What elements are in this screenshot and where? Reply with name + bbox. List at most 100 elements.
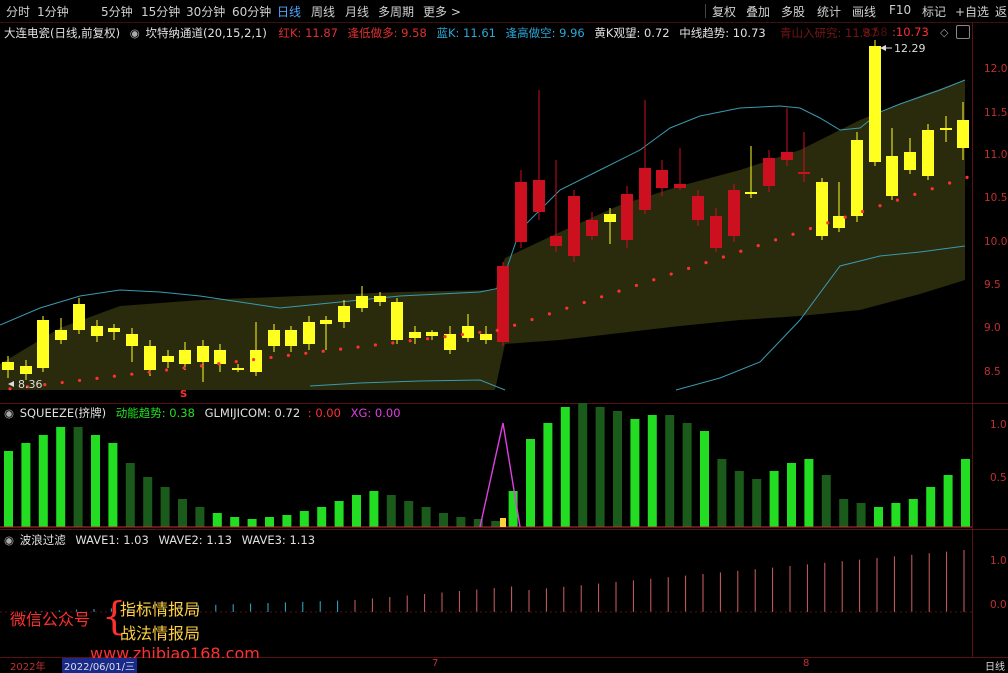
trend-dot — [634, 283, 639, 288]
wave-title[interactable]: 波浪过滤 — [20, 533, 66, 547]
trend-dot — [43, 383, 47, 387]
xg-marker — [500, 518, 506, 527]
squeeze-bar — [526, 439, 535, 527]
candle-body — [869, 46, 881, 162]
indicator-toggle-icon[interactable]: ◉ — [130, 26, 140, 40]
candle-body — [214, 350, 226, 364]
squeeze-bar — [369, 491, 379, 527]
candle-body — [391, 302, 403, 340]
trend-dot — [582, 300, 586, 305]
trend-dot — [600, 295, 604, 299]
trend-dot — [269, 355, 273, 360]
squeeze-bar — [961, 459, 970, 527]
candle-body — [692, 196, 704, 220]
squeeze-bar — [891, 503, 901, 527]
candle-body — [320, 320, 332, 324]
squeeze-bar — [56, 427, 66, 527]
low-price-label: 8.36 — [18, 378, 43, 391]
trend-dot — [252, 357, 256, 362]
squeeze-toggle-icon[interactable]: ◉ — [4, 406, 14, 420]
axis-12.0: 12.0 — [984, 63, 1008, 75]
squeeze-bar — [386, 495, 396, 527]
axis-8.5: 8.5 — [984, 366, 1001, 378]
squeeze-bar — [404, 501, 414, 527]
squeeze-bar — [299, 511, 309, 527]
candle-body — [144, 346, 156, 370]
candle-body — [108, 328, 120, 332]
axis-9.5: 9.5 — [984, 279, 1001, 291]
candle-body — [904, 152, 916, 170]
candle-body — [568, 196, 580, 256]
candle-body — [480, 334, 492, 340]
trend-dot — [948, 181, 952, 185]
squeeze-bar — [125, 463, 135, 527]
squeeze-bar — [73, 427, 83, 527]
squeeze-bar — [352, 495, 361, 527]
axis-month-7: 7 — [432, 658, 439, 669]
squeeze-bar — [230, 517, 240, 527]
candle-body — [338, 306, 350, 322]
trend-dot — [182, 366, 186, 370]
date-axis: 2022年 2022/06/01/三 7 8 日线 — [0, 658, 1008, 673]
trend-dot — [199, 364, 203, 368]
squeeze-zero: : 0.00 — [307, 406, 341, 420]
axis-month-8: 8 — [803, 658, 810, 669]
trend-dot — [321, 349, 325, 353]
trend-dot — [774, 238, 778, 242]
squeeze-bar — [874, 507, 883, 527]
axis-year: 2022年 — [10, 662, 46, 673]
trend-dot — [513, 323, 517, 327]
candle-body — [851, 140, 863, 216]
candle-body — [497, 266, 509, 342]
candle-body — [126, 334, 138, 346]
value-last: :10.73 — [892, 25, 929, 39]
trend-dot — [78, 378, 82, 383]
candle-body — [957, 120, 969, 148]
squeeze-bar — [630, 419, 640, 527]
candle-body — [604, 214, 616, 222]
squeeze-bar — [734, 471, 744, 527]
candle-body — [816, 182, 828, 236]
trend-dot — [687, 266, 691, 270]
squeeze-bar — [700, 431, 709, 527]
squeeze-bar — [456, 517, 466, 527]
candle-body — [674, 184, 686, 188]
squeeze-momentum: 动能趋势: 0.38 — [115, 406, 195, 420]
axis-period: 日线 — [985, 662, 1005, 673]
trend-dot — [60, 380, 64, 385]
squeeze-bar — [943, 475, 953, 527]
squeeze-title[interactable]: SQUEEZE(挤牌) — [20, 406, 106, 420]
candle-body — [20, 366, 32, 374]
squeeze-bar — [856, 503, 866, 527]
trend-dot — [443, 335, 447, 339]
panel-toggle-button[interactable] — [956, 25, 970, 39]
candle-body — [798, 172, 810, 174]
main-info-faded-2: 9.58 — [862, 25, 888, 39]
candle-body — [73, 304, 85, 330]
squeeze-bar — [212, 513, 222, 527]
candle-body — [285, 330, 297, 346]
trend-dot — [826, 221, 830, 225]
settings-diamond-icon[interactable]: ◇ — [940, 26, 948, 39]
squeeze-bar — [647, 415, 657, 527]
squeeze-bar — [38, 435, 48, 527]
squeeze-bar — [421, 507, 431, 527]
value-faded-dark: 9.58 — [862, 25, 888, 39]
candle-body — [91, 326, 103, 336]
squeeze-bar — [317, 507, 327, 527]
wave-axis-0.0: 0.0 — [990, 599, 1007, 611]
value-sell-high: 逢高做空: 9.96 — [505, 26, 585, 40]
axis-current-date: 2022/06/01/三 — [62, 658, 138, 673]
trend-dot — [913, 192, 917, 197]
squeeze-bar — [560, 407, 570, 527]
indicator-name[interactable]: 坎特纳通道(20,15,2,1) — [146, 26, 267, 40]
main-info-line: 大连电瓷(日线,前复权) ◉ 坎特纳通道(20,15,2,1) 红K: 11.8… — [4, 25, 766, 41]
trend-dot — [965, 175, 969, 179]
trend-dot — [704, 261, 708, 265]
squeeze-bar — [178, 499, 187, 527]
candle-body — [586, 220, 598, 236]
squeeze-bar — [508, 491, 518, 527]
kline-chart[interactable] — [0, 0, 1008, 670]
wave-toggle-icon[interactable]: ◉ — [4, 533, 14, 547]
wave2-value: WAVE2: 1.13 — [158, 533, 232, 547]
